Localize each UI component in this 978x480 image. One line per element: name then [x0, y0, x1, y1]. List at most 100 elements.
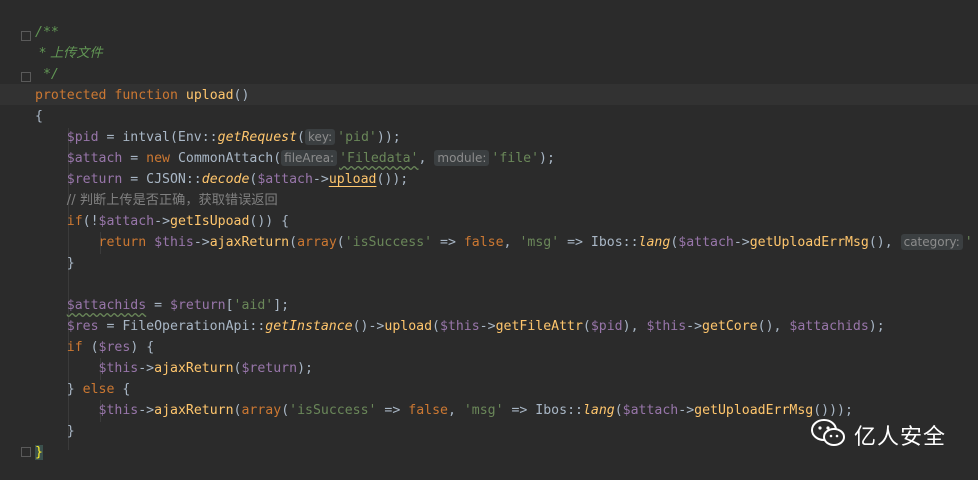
code-text: ,	[447, 403, 464, 418]
keyword: new	[146, 151, 170, 166]
brace: }	[66, 424, 75, 439]
variable: $attach	[66, 151, 123, 166]
keyword: array	[297, 235, 337, 250]
code-text: ,	[418, 151, 435, 166]
code-text: {	[114, 382, 131, 397]
code-line-9: // 判断上传是否正确，获取错误返回	[35, 190, 278, 211]
method: getUploadErrMsg	[694, 403, 814, 418]
method: getIsUpoad	[170, 214, 250, 229]
code-line-15: $res = FileOperationApi::getInstance()->…	[35, 316, 885, 337]
code-text: (	[582, 319, 591, 334]
keyword: false	[408, 403, 448, 418]
param-hint: fileArea:	[281, 150, 338, 166]
string: 'msg'	[519, 235, 560, 250]
code-line-1: /**	[35, 22, 59, 43]
keyword: function	[114, 88, 178, 103]
code-text: (	[281, 403, 290, 418]
keyword: false	[463, 235, 504, 250]
method: lang	[638, 235, 671, 250]
keyword: else	[82, 382, 115, 397]
code-text: ,	[503, 235, 520, 250]
code-text: (),	[868, 235, 901, 250]
variable: $this	[439, 319, 480, 334]
code-text: ),	[622, 319, 647, 334]
method: getInstance	[265, 319, 353, 334]
variable: $attachids	[789, 319, 869, 334]
code-text: = intval(Env::	[98, 130, 218, 145]
code-line-7: $attach = new CommonAttach(fileArea: 'Fil…	[35, 148, 555, 169]
code-text: ()) {	[249, 214, 290, 229]
code-text: ()));	[813, 403, 853, 418]
comment: // 判断上传是否正确，获取错误返回	[66, 193, 278, 208]
code-text: (	[82, 340, 99, 355]
code-text: ->	[138, 403, 155, 418]
keyword: return	[98, 235, 147, 250]
code-text: ->	[312, 172, 329, 187]
variable: $attach	[678, 235, 734, 250]
variable: $this	[646, 319, 687, 334]
keyword: array	[241, 403, 282, 418]
code-text: ];	[273, 298, 290, 313]
code-text: = FileOperationApi::	[98, 319, 266, 334]
code-line-12: }	[35, 253, 75, 274]
method: lang	[582, 403, 615, 418]
code-text: (	[336, 235, 345, 250]
code-text: (	[297, 130, 305, 145]
matched-brace: }	[35, 445, 43, 460]
code-text: ()->	[352, 319, 385, 334]
code-text: ->	[138, 361, 155, 376]
variable: $return	[66, 172, 123, 187]
code-text: ->	[479, 319, 496, 334]
punctuation: ()	[233, 88, 250, 103]
code-text: (	[614, 403, 623, 418]
string: '	[964, 235, 973, 250]
code-line-18: } else {	[35, 379, 131, 400]
code-line-8: $return = CJSON::decode($attach->upload(…	[35, 169, 408, 190]
code-line-14: $attachids = $return['aid'];	[35, 295, 289, 316]
code-line-21: }	[35, 442, 43, 463]
code-text: =	[146, 298, 170, 313]
code-text: ->	[193, 235, 210, 250]
code-text: (	[432, 319, 440, 334]
method: ajaxReturn	[209, 235, 290, 250]
string: 'Filedata'	[339, 151, 419, 166]
code-text: ) {	[130, 340, 155, 355]
code-text: =	[122, 151, 147, 166]
method: getCore	[702, 319, 758, 334]
brace: {	[35, 109, 43, 124]
code-text: ));	[376, 130, 401, 145]
variable: $return	[241, 361, 298, 376]
param-hint: module:	[434, 150, 490, 166]
variable: $res	[98, 340, 131, 355]
variable: $attachids	[66, 298, 147, 313]
function-name: upload	[185, 88, 234, 103]
param-hint: key:	[304, 129, 336, 145]
code-text: = CJSON::	[122, 172, 202, 187]
variable: $attach	[257, 172, 313, 187]
variable: $pid	[66, 130, 99, 145]
method: getUploadErrMsg	[749, 235, 869, 250]
code-text: ->	[154, 214, 171, 229]
code-editor[interactable]: /** * 上传文件 */ protected function upload(…	[0, 0, 978, 480]
variable: $attach	[622, 403, 679, 418]
code-line-5: {	[35, 106, 43, 127]
watermark: 亿人安全	[810, 418, 946, 452]
method: decode	[201, 172, 250, 187]
variable: $this	[98, 361, 139, 376]
code-text: =>	[432, 235, 464, 250]
code-text: (!	[82, 214, 99, 229]
code-line-4: protected function upload()	[35, 85, 249, 106]
code-text: (	[289, 235, 298, 250]
variable: $this	[154, 235, 194, 250]
method: upload	[328, 172, 377, 187]
variable: $res	[66, 319, 99, 334]
string: 'msg'	[463, 403, 504, 418]
code-text: ->	[686, 319, 703, 334]
variable: $return	[170, 298, 226, 313]
code-line-20: }	[35, 421, 75, 442]
code-text: );	[539, 151, 555, 166]
string: 'file'	[491, 151, 540, 166]
brace: }	[66, 256, 75, 271]
string: 'aid'	[233, 298, 274, 313]
